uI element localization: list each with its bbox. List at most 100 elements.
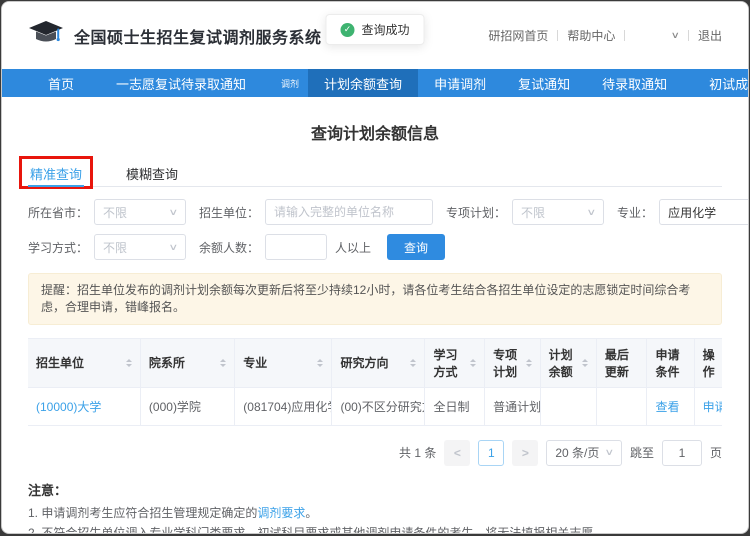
col-special-plan[interactable]: 专项计划 (485, 338, 541, 387)
sort-icon[interactable] (220, 356, 226, 370)
chevron-down-icon: ∨ (605, 447, 615, 458)
jump-page-input[interactable] (662, 440, 702, 466)
note-line-2: 2. 不符合招生单位调入专业学科门类要求、初试科目要求或其他调剂申请条件的考生，… (28, 524, 722, 534)
chevron-down-icon: ∨ (169, 242, 179, 253)
unit-label: 招生单位： (199, 204, 259, 221)
cell-study-mode: 全日制 (425, 387, 485, 425)
nav-item-retest-notice[interactable]: 复试通知 (502, 69, 586, 97)
col-balance[interactable]: 计划余额 (540, 338, 596, 387)
notes-section: 注意： 1. 申请调剂考生应符合招生管理规定确定的调剂要求。 2. 不符合招生单… (28, 481, 722, 534)
main-nav: 首页 一志愿复试待录取通知 调剂 计划余额查询 申请调剂 复试通知 待录取通知 … (2, 69, 748, 97)
col-dept[interactable]: 院系所 (140, 338, 234, 387)
major-input[interactable] (659, 199, 749, 225)
chevron-down-icon[interactable]: ∨ (671, 30, 680, 41)
jump-label: 跳至 (630, 444, 654, 461)
cell-unit: (10000)大学 (28, 387, 140, 425)
main-content: 查询计划余额信息 精准查询 模糊查询 所在省市： 不限 ∨ 招生单位： (2, 120, 748, 534)
apply-link[interactable]: 申请 (703, 400, 722, 414)
special-plan-select[interactable]: 不限 ∨ (512, 199, 604, 225)
cell-major: (081704)应用化学 (235, 387, 332, 425)
nav-item-admission-notice[interactable]: 待录取通知 (586, 69, 683, 97)
col-major[interactable]: 专业 (235, 338, 332, 387)
adjustment-requirements-link[interactable]: 调剂要求 (257, 506, 305, 520)
page-title: 查询计划余额信息 (28, 120, 722, 144)
cell-action: 申请 (694, 387, 722, 425)
cell-condition: 查看 (647, 387, 694, 425)
header-links: 研招网首页 帮助中心 ∨ 退出 (488, 27, 722, 44)
page-number-button[interactable]: 1 (478, 440, 504, 466)
nav-item-apply-adjustment[interactable]: 申请调剂 (418, 69, 502, 97)
link-help-center[interactable]: 帮助中心 (567, 27, 615, 44)
col-action: 操作 (694, 338, 722, 387)
sort-icon[interactable] (582, 356, 588, 370)
app-header: 全国硕士生招生复试调剂服务系统 ✓ 查询成功 研招网首页 帮助中心 ∨ 退出 (2, 2, 748, 69)
sort-icon[interactable] (526, 356, 532, 370)
table-row: (10000)大学 (000)学院 (081704)应用化学 (00)不区分研究… (28, 387, 722, 425)
unit-link[interactable]: (10000)大学 (36, 400, 101, 414)
brand: 全国硕士生招生复试调剂服务系统 (28, 19, 322, 52)
app-window: 全国硕士生招生复试调剂服务系统 ✓ 查询成功 研招网首页 帮助中心 ∨ 退出 首… (1, 1, 749, 534)
divider (557, 30, 558, 41)
major-label: 专业： (617, 204, 653, 221)
notes-title: 注意： (28, 481, 722, 501)
col-condition: 申请条件 (647, 338, 694, 387)
view-condition-link[interactable]: 查看 (655, 400, 679, 414)
tab-fuzzy-query[interactable]: 模糊查询 (124, 157, 180, 186)
cell-special-plan: 普通计划 (485, 387, 541, 425)
jump-suffix: 页 (710, 444, 722, 461)
query-tabs: 精准查询 模糊查询 (28, 157, 722, 187)
toast-query-success: ✓ 查询成功 (325, 14, 424, 45)
province-select[interactable]: 不限 ∨ (94, 199, 186, 225)
nav-item-initial-scores[interactable]: 初试成绩 (693, 69, 749, 97)
balance-label: 余额人数： (199, 239, 259, 256)
success-check-icon: ✓ (340, 23, 354, 37)
study-mode-select[interactable]: 不限 ∨ (94, 234, 186, 260)
prev-page-button[interactable]: < (444, 440, 470, 466)
cell-balance (540, 387, 596, 425)
page-size-select[interactable]: 20 条/页 ∨ (546, 440, 622, 466)
sort-icon[interactable] (470, 356, 476, 370)
table-header-row: 招生单位 院系所 专业 研究方向 学习方式 专项计划 计划余额 最后更新 申请条… (28, 338, 722, 387)
cell-direction: (00)不区分研究方向 (332, 387, 425, 425)
cell-dept: (000)学院 (140, 387, 234, 425)
results-table: 招生单位 院系所 专业 研究方向 学习方式 专项计划 计划余额 最后更新 申请条… (28, 338, 722, 426)
link-yanzhao-home[interactable]: 研招网首页 (488, 27, 548, 44)
nav-item-plan-balance-query[interactable]: 计划余额查询 (308, 69, 418, 97)
link-logout[interactable]: 退出 (698, 27, 722, 44)
tab-precise-query-label: 精准查询 (30, 167, 82, 182)
next-page-button[interactable]: > (512, 440, 538, 466)
filter-row-1: 所在省市： 不限 ∨ 招生单位： 专项计划： 不限 ∨ 专业： (28, 199, 722, 225)
province-label: 所在省市： (28, 204, 88, 221)
unit-input[interactable] (265, 199, 433, 225)
nav-item-first-choice-notice[interactable]: 一志愿复试待录取通知 (100, 69, 262, 97)
query-button[interactable]: 查询 (387, 234, 445, 260)
divider (688, 30, 689, 41)
notice-bar: 提醒：招生单位发布的调剂计划余额每次更新后将至少持续12小时，请各位考生结合各招… (28, 273, 722, 325)
sort-icon[interactable] (317, 356, 323, 370)
note-line-1: 1. 申请调剂考生应符合招生管理规定确定的调剂要求。 (28, 504, 722, 523)
next-arrow-icon: > (522, 446, 529, 460)
col-unit[interactable]: 招生单位 (28, 338, 140, 387)
balance-suffix: 人以上 (335, 239, 371, 256)
chevron-down-icon: ∨ (587, 207, 597, 218)
special-plan-label: 专项计划： (446, 204, 506, 221)
study-mode-label: 学习方式： (28, 239, 88, 256)
graduation-cap-icon (28, 19, 64, 52)
sort-icon[interactable] (126, 356, 132, 370)
col-study-mode[interactable]: 学习方式 (425, 338, 485, 387)
app-title: 全国硕士生招生复试调剂服务系统 (74, 24, 322, 48)
cell-last-update (596, 387, 647, 425)
divider (624, 30, 625, 41)
sort-icon[interactable] (410, 356, 416, 370)
total-count: 共 1 条 (399, 444, 436, 461)
nav-item-home[interactable]: 首页 (32, 69, 90, 97)
col-last-update: 最后更新 (596, 338, 647, 387)
col-direction[interactable]: 研究方向 (332, 338, 425, 387)
toast-text: 查询成功 (361, 21, 409, 38)
prev-arrow-icon: < (454, 446, 461, 460)
nav-group-label-tiaoji: 调剂 (272, 69, 308, 97)
pagination: 共 1 条 < 1 > 20 条/页 ∨ 跳至 页 (28, 440, 722, 466)
chevron-down-icon: ∨ (169, 207, 179, 218)
tab-precise-query[interactable]: 精准查询 (28, 157, 84, 186)
balance-input[interactable] (265, 234, 327, 260)
